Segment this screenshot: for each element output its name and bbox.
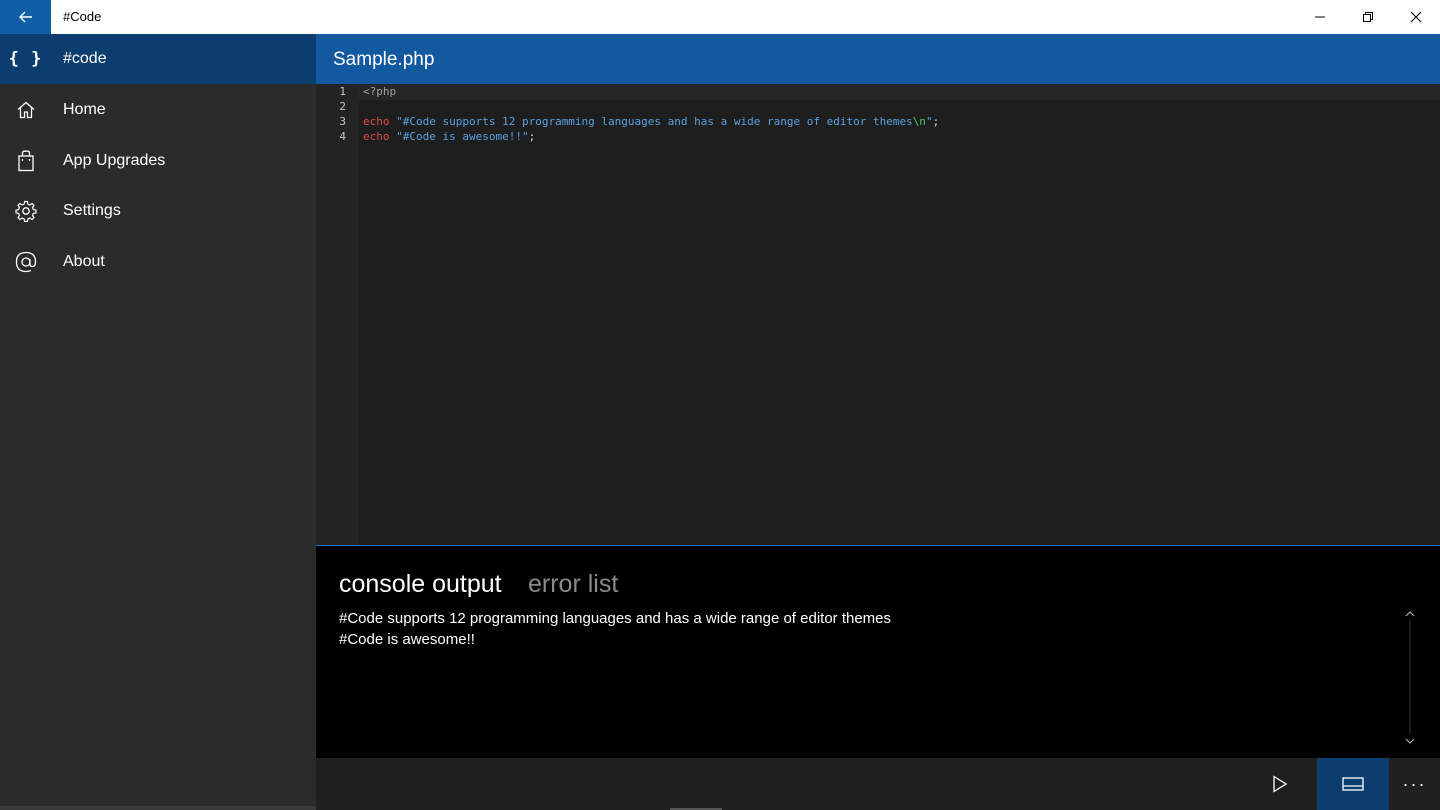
scrollbar-track[interactable] xyxy=(1409,620,1411,734)
sidebar-item-about[interactable]: About xyxy=(0,237,316,287)
close-button[interactable] xyxy=(1392,0,1440,34)
restore-icon xyxy=(1363,12,1373,22)
tab-error-list[interactable]: error list xyxy=(528,568,618,600)
sidebar-item-label: #code xyxy=(63,50,107,67)
sidebar-item-code[interactable]: { } #code xyxy=(0,34,316,84)
sidebar-item-label: Home xyxy=(63,101,106,118)
shopping-bag-icon xyxy=(0,136,51,186)
navigation-pane: { } #code Home App Upgrades Settings Abo… xyxy=(0,34,316,810)
console-output-line: #Code is awesome!! xyxy=(339,631,475,648)
code-token: \n xyxy=(912,115,926,128)
panel-toggle-icon xyxy=(1342,777,1364,791)
code-token: echo xyxy=(363,130,390,143)
current-line-highlight xyxy=(359,84,1440,100)
code-editor[interactable]: 1 2 3 4 <?php echo "#Code supports 12 pr… xyxy=(316,84,1440,545)
play-icon xyxy=(1273,775,1288,793)
close-icon xyxy=(1410,11,1422,23)
code-token: "#Code supports 12 programming languages… xyxy=(396,115,913,128)
console-output-line: #Code supports 12 programming languages … xyxy=(339,610,892,627)
chevron-up-icon xyxy=(1405,611,1415,617)
document-title: Sample.php xyxy=(333,49,435,70)
more-options-button[interactable]: ··· xyxy=(1389,758,1440,810)
chevron-down-icon xyxy=(1405,738,1415,744)
document-header: Sample.php xyxy=(316,34,1440,84)
sidebar-item-label: About xyxy=(63,253,105,270)
sidebar-item-label: Settings xyxy=(63,202,121,219)
sidebar-bottom-edge xyxy=(0,806,316,810)
code-token: ; xyxy=(528,130,536,143)
code-line: echo "#Code is awesome!!"; xyxy=(363,129,535,144)
back-button[interactable] xyxy=(0,0,51,34)
code-line: echo "#Code supports 12 programming lang… xyxy=(363,114,939,129)
minimize-icon xyxy=(1315,16,1325,18)
braces-icon: { } xyxy=(8,49,43,69)
app-title: #Code xyxy=(63,9,102,24)
code-token: " xyxy=(925,115,933,128)
sidebar-item-label: App Upgrades xyxy=(63,152,166,169)
tab-console-output[interactable]: console output xyxy=(339,568,502,600)
line-number: 2 xyxy=(339,100,346,113)
line-number: 3 xyxy=(339,115,346,128)
toggle-console-button[interactable] xyxy=(1317,758,1389,810)
title-bar: #Code xyxy=(0,0,1440,34)
restore-button[interactable] xyxy=(1344,0,1392,34)
minimize-button[interactable] xyxy=(1296,0,1344,34)
code-token: <?php xyxy=(363,85,397,98)
back-arrow-icon xyxy=(18,11,32,23)
scroll-up-button[interactable] xyxy=(1404,608,1416,620)
line-number-gutter: 1 2 3 4 xyxy=(316,84,359,545)
sidebar-item-app-upgrades[interactable]: App Upgrades xyxy=(0,136,316,186)
at-sign-icon xyxy=(0,237,51,287)
command-bar: ··· xyxy=(316,758,1440,810)
code-token: ; xyxy=(932,115,940,128)
code-line: <?php xyxy=(363,84,396,99)
home-icon xyxy=(0,85,51,135)
line-number: 4 xyxy=(339,130,346,143)
code-token: echo xyxy=(363,115,390,128)
code-token: "#Code is awesome!!" xyxy=(396,130,529,143)
sidebar-item-home[interactable]: Home xyxy=(0,85,316,135)
scroll-down-button[interactable] xyxy=(1404,735,1416,747)
console-panel: console output error list #Code supports… xyxy=(316,546,1440,758)
run-button[interactable] xyxy=(1253,758,1307,810)
gear-icon xyxy=(0,186,51,236)
line-number: 1 xyxy=(339,85,346,98)
sidebar-item-settings[interactable]: Settings xyxy=(0,186,316,236)
